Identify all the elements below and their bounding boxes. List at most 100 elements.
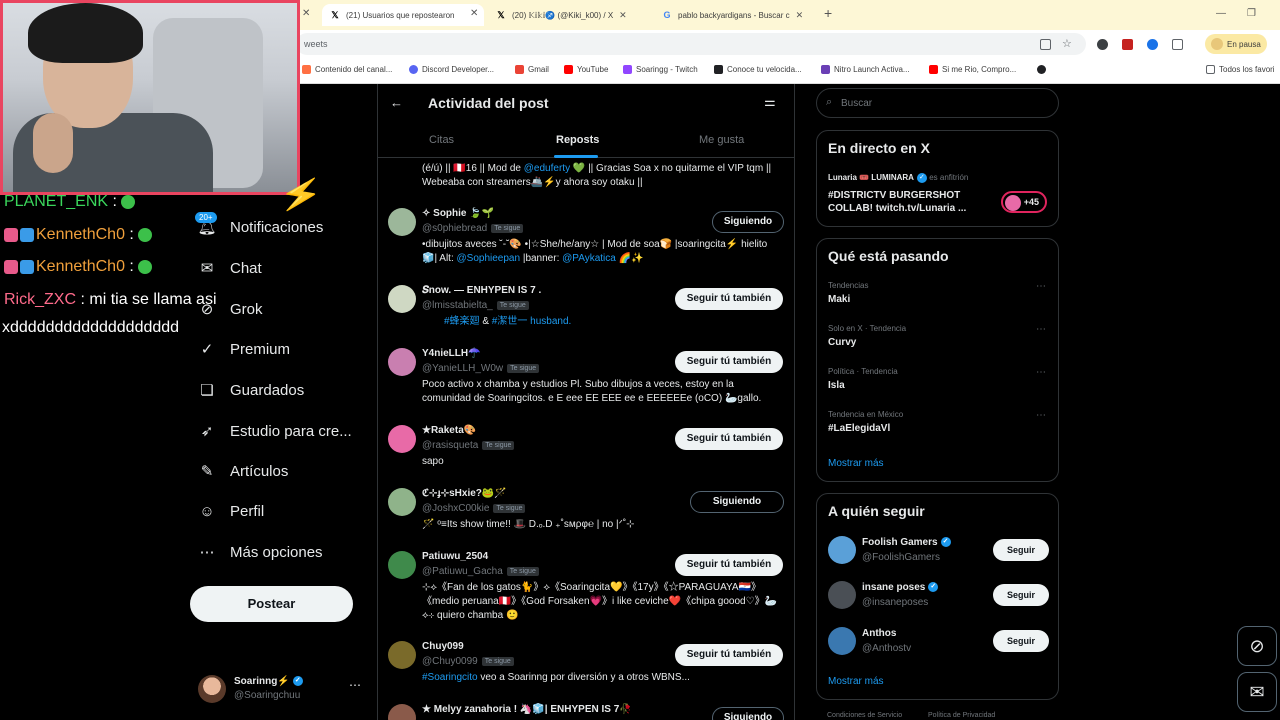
show-more-link[interactable]: Mostrar más xyxy=(828,676,884,687)
mention-link[interactable]: @eduferty xyxy=(524,163,570,174)
nitro-icon xyxy=(821,65,830,74)
follows-you-badge: Te sigue xyxy=(507,363,540,373)
install-app-icon[interactable] xyxy=(1040,39,1051,50)
browser-tab-active[interactable]: 𝕏 (21) Usuarios que repostearon xyxy=(322,4,484,26)
user-handle: @YanieLLH_W0w xyxy=(422,363,504,374)
account-handle: @Soaringchuu xyxy=(234,690,301,701)
paused-label: En pausa xyxy=(1227,39,1261,49)
bookmark-item[interactable]: YouTube xyxy=(564,65,608,74)
post-button[interactable]: Postear xyxy=(190,586,353,622)
follow-back-button[interactable]: Seguir tú también xyxy=(675,428,783,450)
nav-bookmarks[interactable]: ❏ Guardados xyxy=(198,381,304,400)
bookmark-item[interactable]: Discord Developer... xyxy=(409,65,494,74)
trend-context: Solo en X · Tendencia xyxy=(828,324,907,333)
card-title: A quién seguir xyxy=(828,503,925,519)
account-switcher[interactable]: Soarinng⚡ ✓ @Soaringchuu ⋯ xyxy=(197,672,367,708)
profile-paused-button[interactable]: En pausa xyxy=(1205,34,1267,54)
hashtag-link[interactable]: #蜂楽廻 xyxy=(444,316,480,327)
back-arrow-icon[interactable]: ← xyxy=(390,95,403,110)
webcam-person-hand xyxy=(33,113,73,173)
close-icon[interactable]: ✕ xyxy=(796,10,804,21)
following-button[interactable]: Siguiendo xyxy=(712,211,784,233)
mention-link[interactable]: @PAykatica xyxy=(562,253,616,264)
follow-back-button[interactable]: Seguir tú también xyxy=(675,554,783,576)
follow-button[interactable]: Seguir xyxy=(993,539,1049,561)
chat-emote-icon xyxy=(137,227,152,242)
more-dots-icon[interactable]: ⋯ xyxy=(1036,367,1046,378)
bookmark-item[interactable]: Soaringg - Twitch xyxy=(623,65,698,74)
post-activity-column: ← Actividad del post ⚌ Citas Reposts Me … xyxy=(377,84,795,720)
user-handle: @s0phiebread xyxy=(422,223,488,234)
nav-label: Chat xyxy=(230,259,262,277)
grok-float-button[interactable]: ⊘ xyxy=(1237,626,1277,666)
star-icon[interactable]: ☆ xyxy=(1062,37,1073,50)
hashtag-link[interactable]: #潔世一 husband. xyxy=(492,316,572,327)
user-handle: @lmisstabielta_ xyxy=(422,300,493,311)
bookmark-item[interactable] xyxy=(1037,65,1046,74)
bookmark-item[interactable]: Nitro Launch Activa... xyxy=(821,65,910,74)
nav-articles[interactable]: ✎ Artículos xyxy=(198,462,289,481)
user-handle: @insaneposes xyxy=(862,597,929,608)
hashtag-link[interactable]: #Soaringcito xyxy=(422,672,478,683)
close-icon[interactable]: ✕ xyxy=(470,8,478,19)
tab-reposts[interactable]: Reposts xyxy=(556,134,599,146)
column-header: ← Actividad del post ⚌ xyxy=(378,84,794,124)
chat-text: mi tia se llama asi xyxy=(89,291,217,308)
bookmark-favicon-icon xyxy=(302,65,311,74)
new-tab-icon[interactable]: + xyxy=(824,5,832,21)
follow-button[interactable]: Seguir xyxy=(993,584,1049,606)
chat-username: PLANET_ENK xyxy=(4,193,109,210)
settings-sliders-icon[interactable]: ⚌ xyxy=(764,94,776,110)
following-button[interactable]: Siguiendo xyxy=(712,707,784,720)
follow-back-button[interactable]: Seguir tú también xyxy=(675,288,783,310)
user-bio: sapo xyxy=(422,456,444,467)
close-icon[interactable]: ✕ xyxy=(302,8,310,19)
browser-tab[interactable]: G pablo backyardigans - Buscar c ✕ xyxy=(654,4,816,26)
puzzle-icon[interactable] xyxy=(1172,39,1183,50)
messages-float-button[interactable]: ✉ xyxy=(1237,672,1277,712)
bookmark-item[interactable]: Gmail xyxy=(515,65,549,74)
user-name: Anthos xyxy=(862,628,897,639)
extension-icon[interactable] xyxy=(1097,39,1108,50)
bookmark-item[interactable]: Conoce tu velocida... xyxy=(714,65,802,74)
trend-context: Tendencia en México xyxy=(828,410,904,419)
mention-link[interactable]: @Sophieepan xyxy=(457,253,521,264)
extension-icon[interactable] xyxy=(1122,39,1133,50)
more-dots-icon[interactable]: ⋯ xyxy=(349,678,361,692)
bookmark-item[interactable]: Si me Rio, Compro... xyxy=(929,65,1016,74)
follow-button[interactable]: Seguir xyxy=(993,630,1049,652)
account-name: Soarinng⚡ ✓ xyxy=(234,676,303,687)
follow-back-button[interactable]: Seguir tú también xyxy=(675,351,783,373)
game-badge-icon xyxy=(20,227,34,242)
extension-icon[interactable] xyxy=(1147,39,1158,50)
more-dots-icon[interactable]: ⋯ xyxy=(1036,281,1046,292)
footer-link[interactable]: Política de Privacidad xyxy=(928,712,995,719)
search-input[interactable]: ⌕ Buscar xyxy=(816,88,1059,118)
address-bar[interactable]: weets xyxy=(296,33,1086,55)
tab-quotes[interactable]: Citas xyxy=(429,134,454,146)
nav-more[interactable]: ⋯ Más opciones xyxy=(198,543,323,562)
twitch-icon xyxy=(623,65,632,74)
minimize-icon[interactable]: — xyxy=(1216,8,1226,19)
nav-notifications[interactable]: 🔔︎ Notificaciones xyxy=(197,218,323,237)
live-card[interactable]: En directo en X Lunaria 🎟️ LUMINARA ✓ es … xyxy=(816,130,1059,227)
nav-chat[interactable]: ✉ Chat xyxy=(198,259,262,278)
bookmark-item[interactable]: Contenido del canal... xyxy=(302,65,392,74)
browser-tab[interactable]: 𝕏 (20) 𝕂𝕚𝕜𝕚♐ (@Kiki_k00) / X ✕ xyxy=(488,4,648,26)
more-dots-icon[interactable]: ⋯ xyxy=(1036,410,1046,421)
show-more-link[interactable]: Mostrar más xyxy=(828,458,884,469)
more-dots-icon[interactable]: ⋯ xyxy=(1036,324,1046,335)
nav-premium[interactable]: ✓ Premium xyxy=(198,340,290,359)
footer-link[interactable]: Condiciones de Servicio xyxy=(827,712,902,719)
nav-profile[interactable]: ☺ Perfil xyxy=(198,502,264,520)
tab-likes[interactable]: Me gusta xyxy=(699,134,744,146)
folder-icon xyxy=(1206,65,1215,74)
bookmark-folder[interactable]: Todos los favori xyxy=(1206,65,1275,74)
bio-text: |banner: xyxy=(520,253,563,264)
user-name: ★Raketa🎨 xyxy=(422,425,477,436)
close-icon[interactable]: ✕ xyxy=(619,10,627,21)
following-button[interactable]: Siguiendo xyxy=(690,491,784,513)
nav-creator-studio[interactable]: ➶ Estudio para cre... xyxy=(198,422,352,441)
maximize-icon[interactable]: ❐ xyxy=(1247,8,1256,19)
follow-back-button[interactable]: Seguir tú también xyxy=(675,644,783,666)
